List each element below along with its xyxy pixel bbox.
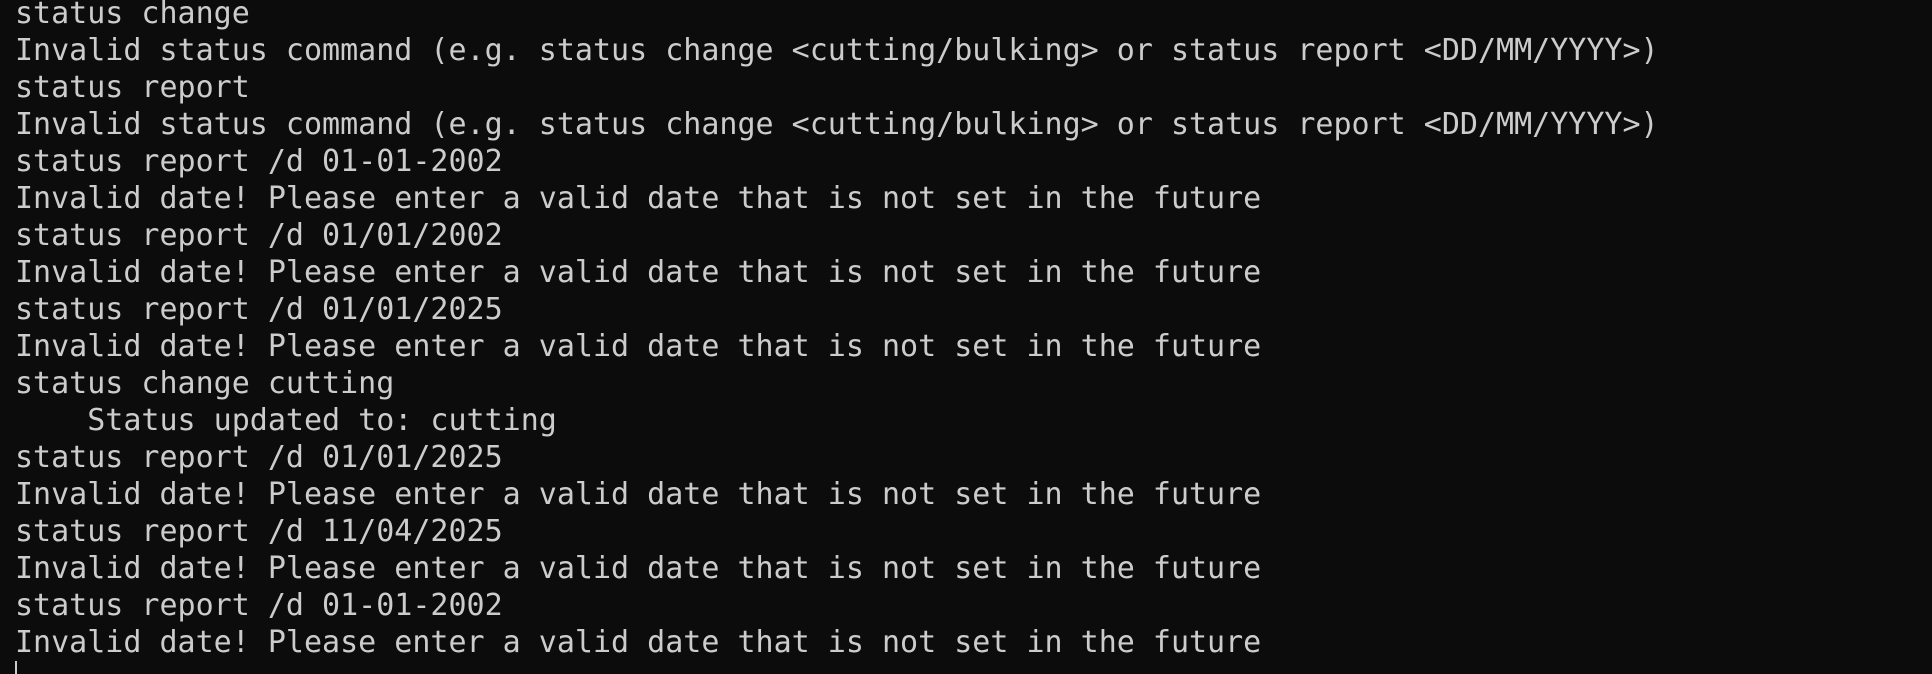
terminal-line: Invalid date! Please enter a valid date … — [15, 181, 1262, 216]
terminal-line: status report /d 01/01/2025 — [15, 440, 503, 475]
terminal-line: Invalid status command (e.g. status chan… — [15, 33, 1659, 68]
terminal-line: status report /d 01-01-2002 — [15, 144, 503, 179]
terminal-line: Invalid date! Please enter a valid date … — [15, 625, 1262, 660]
terminal-line: Invalid date! Please enter a valid date … — [15, 329, 1262, 364]
terminal-line: status report — [15, 70, 250, 105]
terminal-line: Invalid status command (e.g. status chan… — [15, 107, 1659, 142]
terminal-line: status report /d 01-01-2002 — [15, 588, 503, 623]
terminal-line: Invalid date! Please enter a valid date … — [15, 255, 1262, 290]
terminal-line: status change — [15, 0, 250, 31]
terminal-line: status report /d 01/01/2025 — [15, 292, 503, 327]
terminal-line: Invalid date! Please enter a valid date … — [15, 551, 1262, 586]
terminal-line: status report /d 01/01/2002 — [15, 218, 503, 253]
terminal-line: status report /d 11/04/2025 — [15, 514, 503, 549]
terminal-line: status change cutting — [15, 366, 395, 401]
terminal-line: Status updated to: cutting — [15, 403, 557, 438]
terminal-window[interactable]: status change Invalid status command (e.… — [0, 0, 1932, 674]
text-cursor — [15, 661, 17, 674]
terminal-line: Invalid date! Please enter a valid date … — [15, 477, 1262, 512]
